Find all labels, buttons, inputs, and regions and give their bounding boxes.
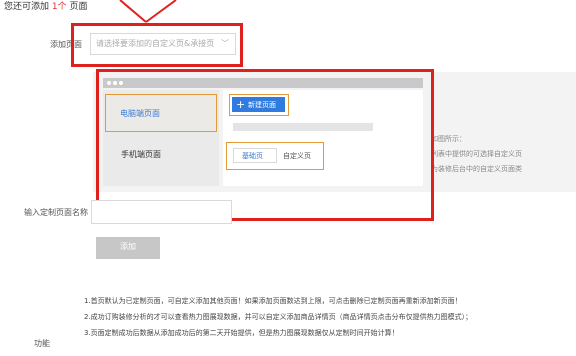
annotation-box-preview [96,69,434,221]
custom-page-name-input[interactable] [91,200,232,224]
preview-note: 为装修后台中的自定义页面类 [431,165,522,173]
add-button-label: 添加 [120,242,136,251]
remaining-prefix: 您还可添加 [4,2,50,12]
remaining-pages-text: 您还可添加 1个 页面 [4,2,88,13]
annotation-box-select [71,23,243,67]
custom-page-name-label: 输入定制页面名称 [24,208,88,217]
notice-text: 1.首页默认为已定制页面，可自定义添加其他页面！如果添加页面数达到上限，可点击删… [84,297,462,305]
function-label: 功能 [34,339,50,348]
remaining-suffix: 页面 [69,2,88,12]
add-button[interactable]: 添加 [96,237,160,259]
notice-text: 3.页面定制成功后数据从添加成功后的第二天开始提供，但是热力图展现数据仅从定制时… [84,329,399,337]
annotation-arrow-icon [119,0,177,23]
preview-note: 如图所示： [431,135,466,143]
preview-note: 列表中提供的可选择自定义页 [431,150,522,158]
remaining-count: 1个 [51,2,67,12]
notice-text: 2.成功订购装修分析的才可以查看热力图展现数据，并可以自定义添加商品详情页（商品… [84,313,473,321]
